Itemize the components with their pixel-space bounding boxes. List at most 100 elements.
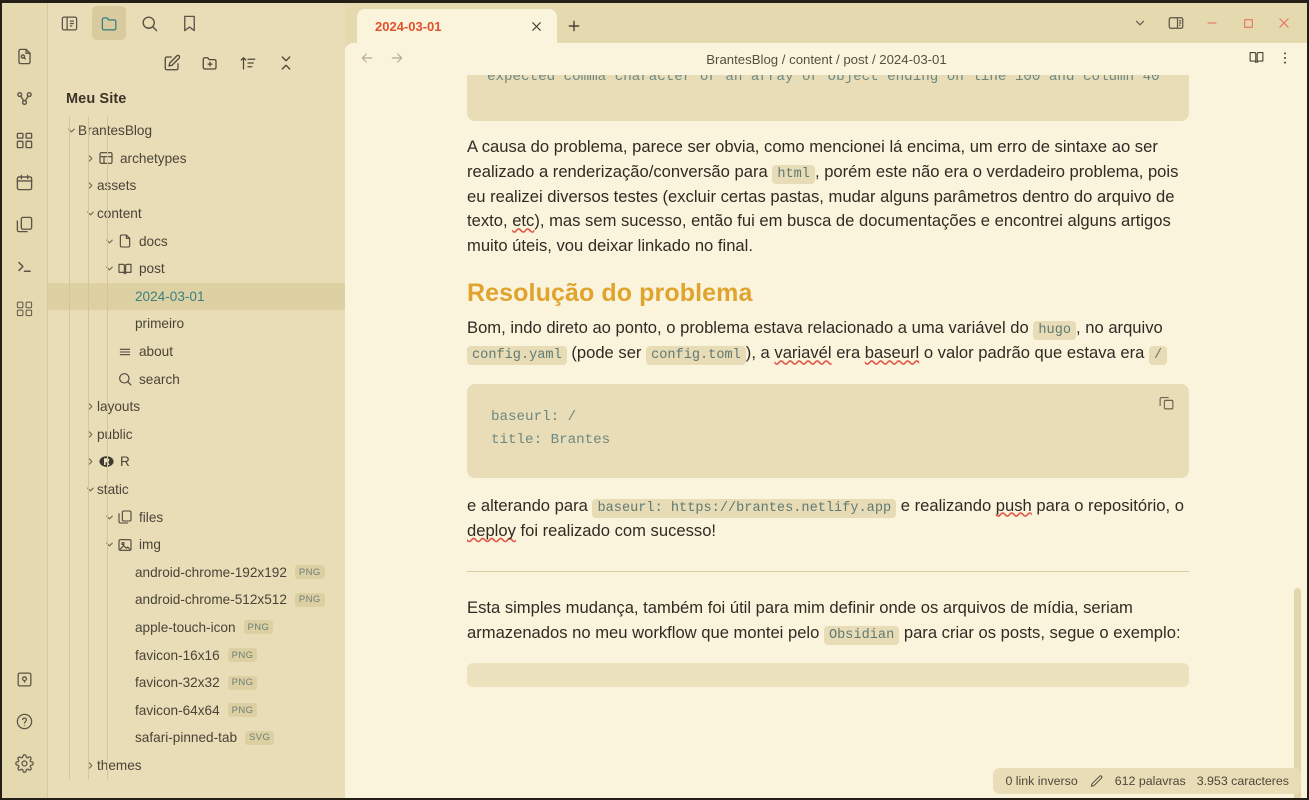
- book-open-icon[interactable]: [1248, 49, 1265, 69]
- tree-file-row[interactable]: primeiro: [48, 310, 345, 338]
- folder-icon[interactable]: [92, 6, 126, 40]
- inline-code-config-yaml: config.yaml: [467, 346, 567, 366]
- gear-icon[interactable]: [8, 746, 42, 780]
- maximize-icon[interactable]: [1231, 6, 1265, 40]
- backlink-count[interactable]: 0 link inverso: [1005, 774, 1077, 788]
- misspelled-deploy: deploy: [467, 520, 516, 540]
- tab-2024-03-01[interactable]: 2024-03-01: [357, 9, 557, 43]
- pencil-icon[interactable]: [1089, 774, 1104, 789]
- code-line-baseurl: baseurl: /: [491, 408, 577, 425]
- chevron-right-icon[interactable]: [83, 180, 97, 191]
- calendar-icon[interactable]: [8, 165, 42, 199]
- tree-folder-row[interactable]: files: [48, 503, 345, 531]
- paragraph-2-text-b: , no arquivo: [1076, 318, 1163, 338]
- chevron-down-icon[interactable]: [83, 208, 97, 219]
- tree-file-row[interactable]: 2024-03-01: [48, 282, 345, 311]
- tree-folder-row[interactable]: archetypes: [48, 145, 345, 173]
- chevron-right-icon[interactable]: [83, 429, 97, 440]
- grid-icon[interactable]: [8, 123, 42, 157]
- document-body[interactable]: expected comma character or an array or …: [345, 75, 1307, 798]
- tree-folder-row[interactable]: docs: [48, 227, 345, 255]
- chevron-right-icon[interactable]: [83, 153, 97, 164]
- document-content: expected comma character or an array or …: [467, 75, 1189, 687]
- close-icon[interactable]: [1267, 6, 1301, 40]
- misspelled-push: push: [995, 495, 1032, 515]
- terminal-icon[interactable]: [8, 249, 42, 283]
- sidebar-left-icon[interactable]: [52, 6, 86, 40]
- tree-file-row[interactable]: favicon-64x64 PNG: [48, 696, 345, 724]
- chevron-down-icon[interactable]: [102, 263, 116, 274]
- tree-item-label: layouts: [97, 399, 141, 415]
- tab-bar: 2024-03-01: [345, 3, 1307, 43]
- copy-icon[interactable]: [1158, 394, 1175, 420]
- tree-folder-row[interactable]: public: [48, 421, 345, 449]
- new-note-icon[interactable]: [161, 52, 183, 74]
- new-folder-icon[interactable]: [199, 52, 221, 74]
- chevron-down-icon[interactable]: [1123, 6, 1157, 40]
- tree-file-row[interactable]: about: [48, 338, 345, 366]
- chevron-down-icon[interactable]: [83, 484, 97, 495]
- vertical-scrollbar[interactable]: [1294, 588, 1301, 798]
- sidebar-right-icon[interactable]: [1159, 6, 1193, 40]
- chevron-right-icon[interactable]: [83, 760, 97, 771]
- tree-file-row[interactable]: apple-touch-icon PNG: [48, 614, 345, 642]
- tree-item-label: safari-pinned-tab: [135, 730, 238, 746]
- chevron-down-icon[interactable]: [102, 512, 116, 523]
- word-count[interactable]: 612 palavras: [1115, 774, 1186, 788]
- tree-file-row[interactable]: favicon-16x16 PNG: [48, 641, 345, 669]
- nav-arrows: [359, 50, 405, 69]
- tree-file-row[interactable]: android-chrome-512x512 PNG: [48, 586, 345, 614]
- collapse-icon[interactable]: [275, 52, 297, 74]
- tree-file-row[interactable]: search: [48, 365, 345, 393]
- chevron-right-icon[interactable]: [83, 456, 97, 467]
- inline-code-hugo: hugo: [1033, 321, 1077, 341]
- vault-icon[interactable]: [8, 662, 42, 696]
- tree-file-row[interactable]: safari-pinned-tab SVG: [48, 724, 345, 752]
- paragraph-2-text-e: era: [831, 343, 865, 363]
- paragraph-3: e alterando para baseurl: https://brante…: [467, 494, 1189, 544]
- copy-files-icon[interactable]: [8, 207, 42, 241]
- graph-icon[interactable]: [8, 81, 42, 115]
- tree-item-label: android-chrome-192x192: [135, 564, 287, 580]
- close-tab-icon[interactable]: [527, 17, 545, 35]
- header-actions: [1248, 49, 1293, 69]
- arrow-right-icon[interactable]: [389, 50, 405, 69]
- layout-icon: [97, 150, 115, 166]
- code-line-title: title: Brantes: [491, 431, 611, 448]
- chevron-down-icon[interactable]: [64, 125, 78, 136]
- breadcrumb[interactable]: BrantesBlog / content / post / 2024-03-0…: [405, 52, 1248, 67]
- tree-folder-row[interactable]: content: [48, 200, 345, 228]
- tree-folder-row[interactable]: themes: [48, 752, 345, 780]
- tree-file-row[interactable]: android-chrome-192x192 PNG: [48, 559, 345, 587]
- tree-folder-row[interactable]: assets: [48, 172, 345, 200]
- tree-folder-row[interactable]: layouts: [48, 393, 345, 421]
- editor-view: BrantesBlog / content / post / 2024-03-0…: [345, 43, 1307, 798]
- question-circle-icon[interactable]: [8, 704, 42, 738]
- file-tree: BrantesBlog archetypes assets content docs po…: [48, 117, 345, 780]
- misspelled-etc: etc: [512, 211, 535, 231]
- more-vertical-icon[interactable]: [1277, 50, 1293, 69]
- search-icon[interactable]: [132, 6, 166, 40]
- tree-folder-row[interactable]: R: [48, 448, 345, 476]
- chevron-down-icon[interactable]: [102, 539, 116, 550]
- tree-guide-line: [107, 117, 108, 780]
- sort-icon[interactable]: [237, 52, 259, 74]
- bookmark-icon[interactable]: [172, 6, 206, 40]
- tree-folder-row[interactable]: post: [48, 255, 345, 283]
- search-icon: [116, 371, 134, 387]
- new-tab-icon[interactable]: [557, 9, 591, 43]
- tree-folder-row[interactable]: img: [48, 531, 345, 559]
- chevron-right-icon[interactable]: [83, 401, 97, 412]
- chevron-down-icon[interactable]: [102, 236, 116, 247]
- binary-icon[interactable]: [8, 291, 42, 325]
- tree-item-label: docs: [139, 233, 168, 249]
- arrow-left-icon[interactable]: [359, 50, 375, 69]
- minimize-icon[interactable]: [1195, 6, 1229, 40]
- tree-folder-row[interactable]: BrantesBlog: [48, 117, 345, 145]
- quick-switcher-icon[interactable]: [8, 39, 42, 73]
- tree-folder-row[interactable]: static: [48, 476, 345, 504]
- inline-code-config-toml: config.toml: [646, 346, 746, 366]
- tree-file-row[interactable]: favicon-32x32 PNG: [48, 669, 345, 697]
- paragraph-2: Bom, indo direto ao ponto, o problema es…: [467, 316, 1189, 366]
- char-count[interactable]: 3.953 caracteres: [1197, 774, 1289, 788]
